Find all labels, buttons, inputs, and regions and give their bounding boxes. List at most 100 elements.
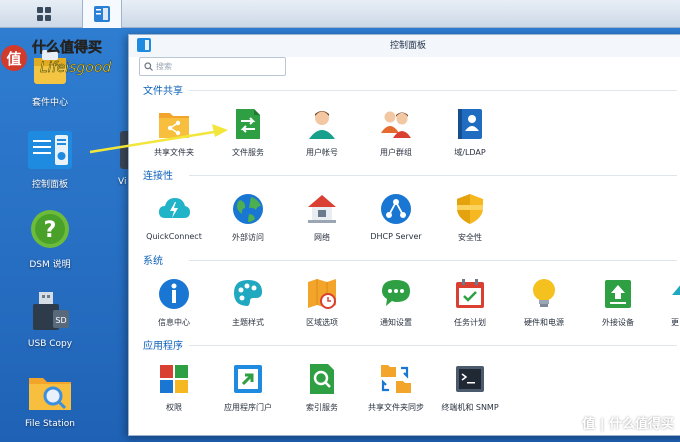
item-notification[interactable]: 通知设置 [359,277,433,328]
item-label: 更 [671,318,679,327]
item-regional-options[interactable]: 区域选项 [285,277,359,328]
item-application-portal[interactable]: 应用程序门户 [211,362,285,413]
control-panel-icon [137,38,151,52]
item-group[interactable]: 用户群组 [359,107,433,158]
group-icon [381,111,411,138]
item-external-devices[interactable]: 外接设备 [581,277,655,328]
item-task-scheduler[interactable]: 任务计划 [433,277,507,328]
item-update[interactable]: 更 [655,277,680,328]
desktop-icon-file-station[interactable]: File Station [0,370,100,429]
quickconnect-icon [159,198,190,218]
application-portal-icon [234,365,262,393]
svg-text:?: ? [44,218,57,243]
desktop-icon-usb-copy[interactable]: SD USB Copy [0,290,100,349]
item-external-access[interactable]: 外部访问 [211,192,285,243]
user-icon [309,111,335,139]
item-user[interactable]: 用户帐号 [285,107,359,158]
item-privileges[interactable]: 权限 [137,362,211,413]
item-hardware-power[interactable]: 硬件和电源 [507,277,581,328]
item-label: 外接设备 [602,318,634,327]
desktop-icon-label: 控制面板 [31,180,68,190]
item-security[interactable]: 安全性 [433,192,507,243]
external-devices-icon [605,280,631,308]
help-icon: ? [31,210,69,248]
section-divider [189,260,677,261]
desktop-icon-label: Vi [118,177,127,187]
indexing-service-icon [310,364,334,394]
folder-search-icon [29,378,71,410]
search-input[interactable]: 搜索 [139,57,286,76]
item-label: 共享文件夹 [154,148,194,157]
control-panel-icon [28,131,72,169]
item-label: 外部访问 [232,233,264,242]
taskbar-control-panel-button[interactable] [82,0,122,28]
item-label: 文件服务 [232,148,264,157]
item-indexing-service[interactable]: 索引服务 [285,362,359,413]
item-label: 安全性 [458,233,482,242]
item-terminal-snmp[interactable]: 终端机和 SNMP [433,362,507,413]
desktop-icon-label: USB Copy [27,339,73,349]
item-label: 主题样式 [232,318,264,327]
desktop-icon-video-station[interactable]: Vi [100,130,130,187]
svg-text:值: 值 [6,50,21,68]
control-panel-window: 控制面板 搜索 文件共享 共享文件夹 文件服务 用户帐号 用户群组 域/LDAP… [128,34,680,436]
external-access-icon [233,194,263,224]
section-divider [189,90,677,91]
item-network[interactable]: 网络 [285,192,359,243]
item-label: 域/LDAP [454,148,486,157]
item-label: 任务计划 [454,318,486,327]
search-icon [144,62,153,71]
item-dhcp-server[interactable]: DHCP Server [359,192,433,241]
item-label: 用户帐号 [306,148,338,157]
item-label: 网络 [314,233,330,242]
item-quickconnect[interactable]: QuickConnect [137,192,211,241]
watermark-logo: 值 什么值得买 Lifeisgood [0,38,128,86]
domain-ldap-icon [458,109,482,139]
control-panel-icon [94,6,110,22]
hardware-power-icon [533,279,555,307]
desktop-icon-dsm-help[interactable]: ? DSM 说明 [0,208,100,270]
item-shared-folder-sync[interactable]: 共享文件夹同步 [359,362,433,413]
item-label: 终端机和 SNMP [441,403,499,412]
item-theme[interactable]: 主题样式 [211,277,285,328]
privileges-icon [160,365,188,393]
notification-icon [382,280,410,306]
shared-folder-sync-icon [381,365,411,393]
desktop-icon-label: DSM 说明 [29,260,71,270]
terminal-snmp-icon [456,366,484,392]
desktop-icon-control-panel[interactable]: 控制面板 [0,130,100,190]
item-label: 权限 [166,403,182,412]
section-divider [189,175,677,176]
section-divider [189,345,677,346]
desktop-icon-label: 套件中心 [31,98,68,108]
taskbar [0,0,680,28]
item-shared-folder[interactable]: 共享文件夹 [137,107,211,158]
item-label: 共享文件夹同步 [368,403,424,412]
watermark-text: 值 | 什么值得买 [582,417,674,432]
shared-folder-icon [159,113,189,138]
section-title-file-sharing: 文件共享 [143,86,183,97]
item-info-center[interactable]: 信息中心 [137,277,211,328]
item-file-services[interactable]: 文件服务 [211,107,285,158]
grid-icon [37,7,51,21]
svg-text:什么值得买: 什么值得买 [32,39,102,56]
item-label: 用户群组 [380,148,412,157]
search-placeholder: 搜索 [156,62,172,71]
window-title: 控制面板 [389,41,426,51]
window-titlebar[interactable]: 控制面板 [129,35,680,57]
item-label: QuickConnect [146,232,202,241]
item-label: 应用程序门户 [224,403,272,412]
svg-text:Lifeisgood: Lifeisgood [40,60,111,76]
item-label: 信息中心 [158,318,190,327]
file-services-icon [236,109,260,139]
section-title-applications: 应用程序 [143,341,183,352]
main-menu-button[interactable] [22,0,66,28]
item-domain-ldap[interactable]: 域/LDAP [433,107,507,158]
security-icon [457,194,483,224]
theme-icon [234,280,262,306]
item-label: 区域选项 [306,318,338,327]
task-scheduler-icon [456,279,484,308]
section-title-system: 系统 [143,256,163,267]
regional-options-icon [308,279,336,309]
dhcp-server-icon [381,194,411,224]
